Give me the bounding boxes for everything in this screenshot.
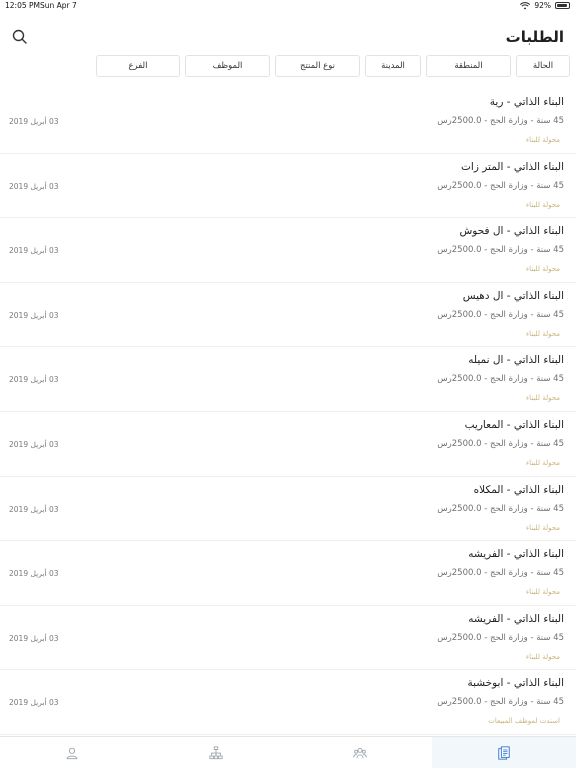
header: الطلبات (0, 22, 576, 54)
org-chart-icon (209, 745, 223, 759)
request-status: محولة للبناء (525, 588, 560, 597)
list-item[interactable]: البناء الذاتي - رية 45 سنة - وزارة الحج … (0, 89, 576, 154)
tab-profile[interactable] (0, 737, 144, 768)
request-date: 03 أبريل 2019 (9, 698, 59, 708)
request-details: 45 سنة - وزارة الحج - 2500.0رس (437, 180, 564, 191)
request-date: 03 أبريل 2019 (9, 181, 59, 191)
list-item[interactable]: البناء الذاتي - الفريشه 45 سنة - وزارة ا… (0, 541, 576, 606)
list-item[interactable]: البناء الذاتي - الفريشه 45 سنة - وزارة ا… (0, 606, 576, 671)
request-date: 03 أبريل 2019 (9, 375, 59, 385)
request-title: البناء الذاتي - الفريشه (468, 548, 564, 561)
tab-structure[interactable] (144, 737, 288, 768)
request-details: 45 سنة - وزارة الحج - 2500.0رس (437, 568, 564, 579)
request-status: محولة للبناء (525, 329, 560, 338)
filter-label: الحالة (532, 61, 554, 71)
group-icon (353, 747, 367, 758)
request-date: 03 أبريل 2019 (9, 310, 59, 320)
request-details: 45 سنة - وزارة الحج - 2500.0رس (437, 632, 564, 643)
request-status: محولة للبناء (525, 265, 560, 274)
documents-icon (498, 745, 510, 760)
search-icon (12, 29, 27, 44)
requests-list: البناء الذاتي - رية 45 سنة - وزارة الحج … (0, 89, 576, 735)
request-status: محولة للبناء (525, 136, 560, 144)
list-item[interactable]: البناء الذاتي - ال دهيس 45 سنة - وزارة ا… (0, 283, 576, 348)
list-item[interactable]: البناء الذاتي - المتر زات 45 سنة - وزارة… (0, 154, 576, 219)
request-date: 03 أبريل 2019 (9, 504, 59, 514)
filter-label: الموظف (212, 61, 243, 71)
list-item[interactable]: البناء الذاتي - المعاريب 45 سنة - وزارة … (0, 412, 576, 477)
request-date: 03 أبريل 2019 (9, 439, 59, 449)
request-details: 45 سنة - وزارة الحج - 2500.0رس (437, 697, 564, 708)
user-icon (66, 747, 78, 759)
request-date: 03 أبريل 2019 (9, 569, 59, 579)
filter-label: الفرع (128, 61, 148, 71)
request-status: محولة للبناء (525, 458, 560, 467)
filter-status[interactable]: الحالة (516, 55, 570, 77)
filter-bar: الحالة المنطقة المدينة نوع المنتج الموظف… (6, 55, 570, 77)
request-title: البناء الذاتي - ال نميله (468, 354, 564, 367)
request-details: 45 سنة - وزارة الحج - 2500.0رس (437, 503, 564, 514)
filter-product-type[interactable]: نوع المنتج (275, 55, 360, 77)
tab-team[interactable] (288, 737, 432, 768)
status-date: Sun Apr 7 (40, 1, 77, 10)
request-title: البناء الذاتي - رية (489, 96, 564, 108)
request-title: البناء الذاتي - المعاريب (464, 418, 564, 431)
request-details: 45 سنة - وزارة الحج - 2500.0رس (437, 438, 564, 449)
filter-label: المدينة (381, 61, 405, 71)
request-title: البناء الذاتي - ال فحوش (459, 225, 564, 238)
battery-icon (555, 2, 570, 9)
request-details: 45 سنة - وزارة الحج - 2500.0رس (437, 245, 564, 256)
request-status: اسندت لموظف المبيعات (488, 717, 560, 726)
request-date: 03 أبريل 2019 (9, 633, 59, 643)
list-item[interactable]: البناء الذاتي - المكلاه 45 سنة - وزارة ا… (0, 477, 576, 542)
status-time: 12:05 PM (5, 1, 40, 10)
request-status: محولة للبناء (525, 200, 560, 209)
list-item[interactable]: البناء الذاتي - ال فحوش 45 سنة - وزارة ا… (0, 218, 576, 283)
tab-bar (0, 736, 576, 768)
request-details: 45 سنة - وزارة الحج - 2500.0رس (437, 309, 564, 320)
filter-label: المنطقة (454, 61, 483, 71)
search-button[interactable] (10, 27, 30, 47)
page-title: الطلبات (505, 28, 564, 46)
request-status: محولة للبناء (525, 652, 560, 661)
battery-percent: 92% (534, 1, 551, 10)
request-details: 45 سنة - وزارة الحج - 2500.0رس (437, 116, 564, 126)
request-date: 03 أبريل 2019 (9, 246, 59, 256)
filter-region[interactable]: المنطقة (426, 55, 511, 77)
request-title: البناء الذاتي - الفريشه (468, 612, 564, 625)
wifi-icon (520, 1, 531, 9)
request-title: البناء الذاتي - ال دهيس (462, 289, 564, 302)
request-title: البناء الذاتي - ابوخشبة (467, 677, 564, 690)
request-date: 03 أبريل 2019 (9, 117, 59, 126)
filter-employee[interactable]: الموظف (185, 55, 270, 77)
tab-requests[interactable] (432, 737, 576, 768)
list-item[interactable]: البناء الذاتي - ابوخشبة 45 سنة - وزارة ا… (0, 670, 576, 735)
list-item[interactable]: البناء الذاتي - ال نميله 45 سنة - وزارة … (0, 347, 576, 412)
status-bar: 12:05 PM Sun Apr 7 92% (0, 0, 576, 12)
filter-city[interactable]: المدينة (365, 55, 421, 77)
filter-label: نوع المنتج (299, 61, 335, 71)
battery-fill (557, 4, 567, 7)
request-status: محولة للبناء (525, 394, 560, 403)
request-status: محولة للبناء (525, 523, 560, 532)
request-title: البناء الذاتي - المكلاه (473, 483, 564, 496)
request-details: 45 سنة - وزارة الحج - 2500.0رس (437, 374, 564, 385)
filter-branch[interactable]: الفرع (96, 55, 180, 77)
status-indicators: 92% (520, 1, 570, 10)
request-title: البناء الذاتي - المتر زات (461, 160, 564, 173)
